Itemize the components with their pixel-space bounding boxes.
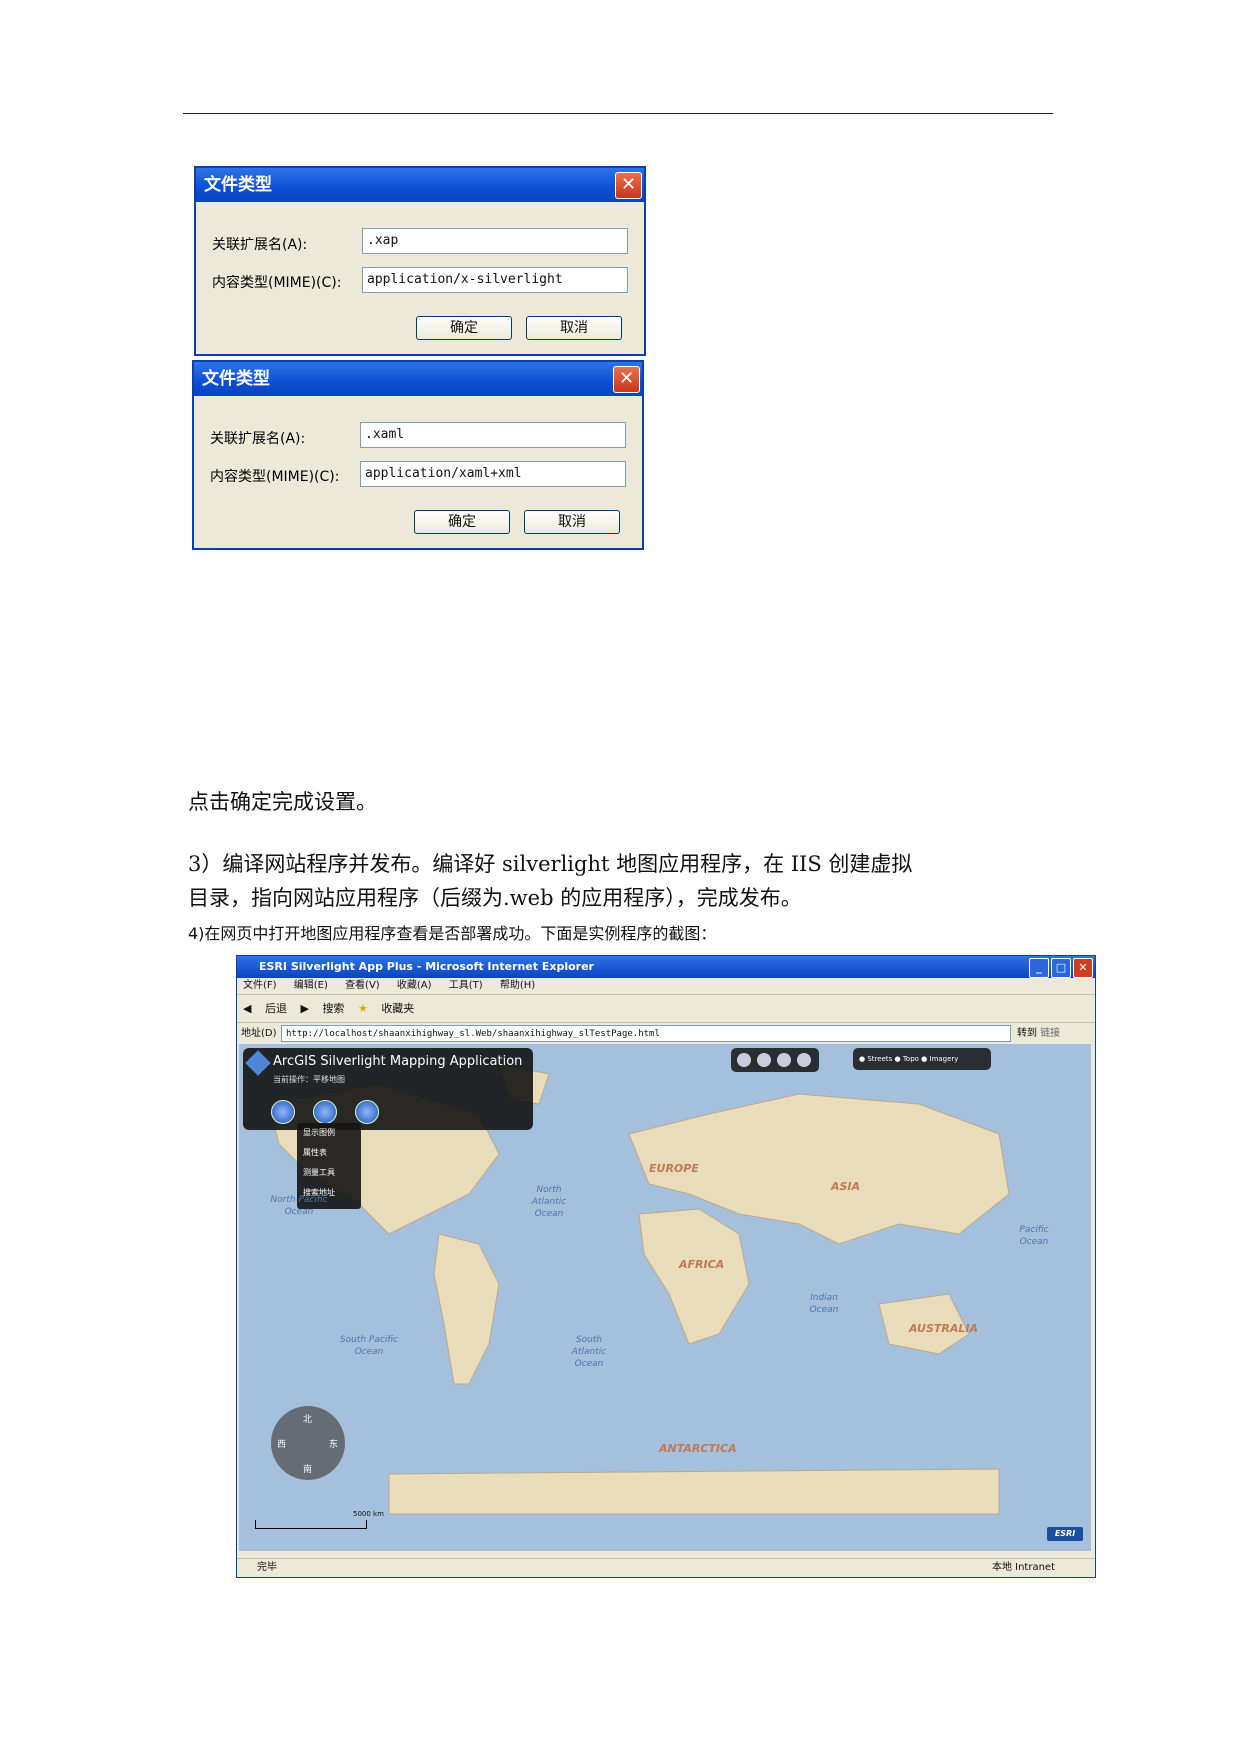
menu-tools[interactable]: 工具(T) [449, 980, 483, 991]
globe-icon[interactable] [355, 1100, 379, 1124]
basemap-switcher: ● Streets ● Topo ● Imagery [853, 1048, 991, 1070]
browser-menubar: 文件(F) 编辑(E) 查看(V) 收藏(A) 工具(T) 帮助(H) [237, 978, 1095, 995]
basemap-streets[interactable]: Streets [867, 1055, 892, 1063]
label-europe: EUROPE [649, 1162, 699, 1175]
search-button[interactable]: 搜索 [322, 1002, 344, 1015]
basemap-topo[interactable]: Topo [903, 1055, 919, 1063]
forward-icon[interactable]: ▶ [300, 1002, 308, 1015]
pan-icon[interactable] [777, 1053, 791, 1067]
app-header-panel: ArcGIS Silverlight Mapping Application 当… [243, 1048, 533, 1130]
browser-title: ESRI Silverlight App Plus - Microsoft In… [259, 960, 594, 973]
compass-east[interactable]: 东 [329, 1437, 338, 1450]
zoom-in-icon[interactable] [737, 1053, 751, 1067]
world-map[interactable]: ArcGIS Silverlight Mapping Application 当… [239, 1044, 1091, 1551]
cancel-button[interactable]: 取消 [526, 316, 622, 340]
ext-field[interactable]: .xaml [360, 422, 626, 448]
address-label: 地址(D) [241, 1028, 277, 1039]
scale-bar [255, 1520, 367, 1529]
go-label: 转到 [1017, 1028, 1037, 1039]
minimize-icon[interactable]: _ [1029, 958, 1049, 978]
paragraph-compile-line2: 目录，指向网站应用程序（后缀为.web 的应用程序），完成发布。 [188, 886, 802, 910]
basemap-imagery[interactable]: Imagery [930, 1055, 959, 1063]
label-indian: Indian Ocean [809, 1293, 839, 1315]
label-pacific: Pacific Ocean [1019, 1225, 1049, 1247]
dialog-titlebar: 文件类型 ✕ [194, 362, 642, 396]
mime-field[interactable]: application/x-silverlight [362, 267, 628, 293]
header-rule [183, 113, 1053, 114]
address-bar: 地址(D) http://localhost/shaanxihighway_sl… [237, 1023, 1095, 1045]
menu-file[interactable]: 文件(F) [243, 980, 277, 991]
label-asia: ASIA [831, 1180, 861, 1193]
menu-edit[interactable]: 编辑(E) [294, 980, 328, 991]
close-icon[interactable]: ✕ [613, 366, 640, 393]
dialog-title: 文件类型 [204, 175, 272, 195]
tools-icon[interactable] [313, 1100, 337, 1124]
label-australia: AUSTRALIA [909, 1322, 978, 1335]
label-antarctica: ANTARCTICA [659, 1442, 737, 1455]
compass-north[interactable]: 北 [303, 1412, 312, 1425]
menu-item-measure[interactable]: 测量工具 [297, 1163, 361, 1183]
ext-label: 关联扩展名(A): [212, 237, 308, 253]
paragraph-confirm: 点击确定完成设置。 [188, 790, 377, 814]
file-type-dialog-xap: 文件类型 ✕ 关联扩展名(A): .xap 内容类型(MIME)(C): app… [194, 166, 646, 356]
favorites-button[interactable]: 收藏夹 [381, 1002, 414, 1015]
map-nav-toolbar [731, 1048, 819, 1072]
mime-label: 内容类型(MIME)(C): [210, 469, 340, 485]
esri-logo: ESRI [1047, 1527, 1083, 1541]
compass-west[interactable]: 西 [277, 1437, 286, 1450]
app-subtitle: 当前操作：平移地图 [273, 1075, 345, 1084]
back-button[interactable]: 后退 [265, 1002, 287, 1015]
paragraph-compile-line1: 3）编译网站程序并发布。编译好 silverlight 地图应用程序，在 IIS… [188, 852, 913, 876]
links-label[interactable]: 链接 [1040, 1028, 1060, 1039]
close-icon[interactable]: ✕ [615, 172, 642, 199]
ok-button[interactable]: 确定 [414, 510, 510, 534]
ext-label: 关联扩展名(A): [210, 431, 306, 447]
dialog-titlebar: 文件类型 ✕ [196, 168, 644, 202]
menu-view[interactable]: 查看(V) [345, 980, 380, 991]
menu-item-legend[interactable]: 显示图例 [297, 1123, 361, 1143]
label-africa: AFRICA [679, 1258, 725, 1271]
menu-item-attribute-table[interactable]: 属性表 [297, 1143, 361, 1163]
browser-toolbar: ◀ 后退 ▶ 搜索 ★ 收藏夹 [237, 995, 1095, 1023]
go-button[interactable]: 转到 链接 [1017, 1023, 1060, 1045]
dialog-title: 文件类型 [202, 369, 270, 389]
mime-field[interactable]: application/xaml+xml [360, 461, 626, 487]
browser-titlebar: ESRI Silverlight App Plus - Microsoft In… [237, 956, 1095, 978]
label-south-atlantic: South Atlantic Ocean [571, 1335, 607, 1369]
status-done: 完毕 [257, 1562, 277, 1573]
menu-help[interactable]: 帮助(H) [500, 980, 535, 991]
close-icon[interactable]: ✕ [1073, 958, 1093, 978]
ok-button[interactable]: 确定 [416, 316, 512, 340]
browser-screenshot: ESRI Silverlight App Plus - Microsoft In… [236, 955, 1096, 1578]
app-title: ArcGIS Silverlight Mapping Application [273, 1054, 523, 1069]
label-south-pacific: South Pacific Ocean [339, 1335, 399, 1357]
label-north-atlantic: North Atlantic Ocean [531, 1185, 567, 1219]
cancel-button[interactable]: 取消 [524, 510, 620, 534]
label-north-pacific: North Pacific Ocean [270, 1195, 328, 1217]
star-icon: ★ [357, 1002, 368, 1015]
zoom-out-icon[interactable] [757, 1053, 771, 1067]
back-icon[interactable]: ◀ [243, 1002, 251, 1015]
navigation-icon[interactable] [271, 1100, 295, 1124]
compass-south[interactable]: 南 [303, 1462, 312, 1475]
browser-statusbar: 完毕 本地 Intranet [237, 1558, 1095, 1577]
scale-label: 5000 km [353, 1510, 384, 1518]
info-icon[interactable] [797, 1053, 811, 1067]
maximize-icon[interactable]: □ [1051, 958, 1071, 978]
app-logo-icon [245, 1050, 271, 1076]
status-zone: 本地 Intranet [991, 1562, 1055, 1573]
mime-label: 内容类型(MIME)(C): [212, 275, 342, 291]
ext-field[interactable]: .xap [362, 228, 628, 254]
url-field[interactable]: http://localhost/shaanxihighway_sl.Web/s… [281, 1025, 1011, 1042]
file-type-dialog-xaml: 文件类型 ✕ 关联扩展名(A): .xaml 内容类型(MIME)(C): ap… [192, 360, 644, 550]
paragraph-open-app: 4)在网页中打开地图应用程序查看是否部署成功。下面是实例程序的截图： [188, 924, 717, 943]
compass-navigator[interactable]: 北 南 西 东 [271, 1406, 345, 1480]
menu-favorites[interactable]: 收藏(A) [397, 980, 432, 991]
